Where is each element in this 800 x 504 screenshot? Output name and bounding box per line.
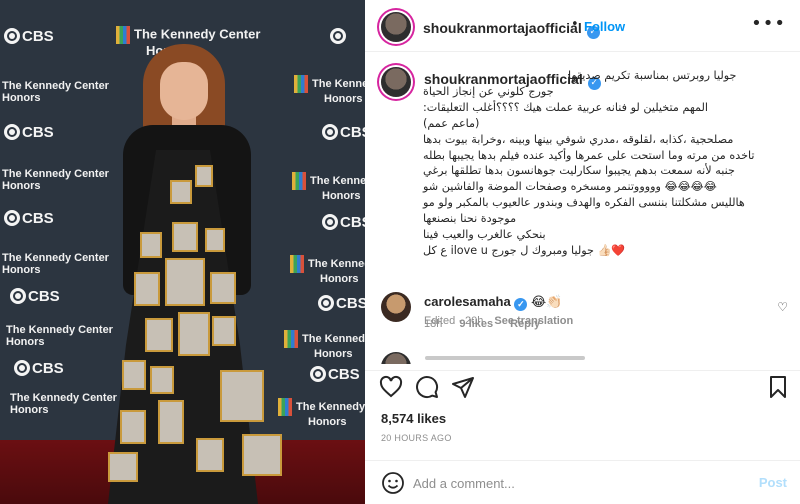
dress-frame-print — [140, 232, 162, 258]
emoji-icon[interactable] — [381, 471, 405, 495]
post-timestamp[interactable]: 20 HOURS AGO — [381, 433, 452, 443]
sponsor-logo-kennedy: The Kennedy CenterHonors — [6, 324, 113, 348]
post-header: shoukranmortajaofficial ✓ • Follow ••• — [365, 0, 800, 52]
sponsor-logo-cbs: CBS — [4, 28, 54, 45]
post-comment-button[interactable]: Post — [759, 475, 787, 490]
sponsor-logo-cbs: CBS — [14, 360, 64, 377]
sponsor-logo-cbs: CBS — [4, 124, 54, 141]
sponsor-logo-cbs: CBS — [4, 210, 54, 227]
sponsor-logo-cbs: CBS — [322, 214, 365, 231]
sponsor-logo-cbs — [330, 28, 348, 45]
action-bar: 8,574 likes 20 HOURS AGO — [365, 370, 800, 460]
caption-line: (ماعم عمم) — [423, 116, 480, 130]
sponsor-logo-cbs: CBS — [10, 288, 60, 305]
dress-frame-print — [178, 312, 210, 356]
caption-line: موجودة نحنا بنصنعها — [423, 212, 517, 226]
bookmark-icon[interactable] — [766, 375, 790, 399]
caption-line: بنحكي عالغرب والعيب فينا — [423, 228, 546, 242]
dress-frame-print — [120, 410, 146, 444]
caption-author-avatar[interactable] — [381, 67, 411, 97]
caption-text: جوليا روبرتس بمناسبة تكريم صديقها جورج ك… — [423, 68, 785, 259]
caption-line: جورج كلوني عن إنجاز الحياة — [423, 84, 554, 98]
figure-face — [160, 62, 208, 120]
comment-composer: Post — [365, 460, 800, 504]
dress-frame-print — [242, 434, 282, 476]
verified-icon: ✓ — [514, 298, 528, 311]
dress-frame-print — [165, 258, 205, 306]
comment-text: carolesamaha ✓ 😂👏🏻 — [424, 294, 562, 311]
post-details-panel: shoukranmortajaofficial ✓ • Follow ••• s… — [365, 0, 800, 504]
next-comment-peek — [425, 356, 585, 360]
dress-frame-print — [122, 360, 146, 390]
separator-dot: • — [571, 17, 579, 32]
commenter-avatar[interactable] — [381, 352, 411, 364]
comment-body: 😂👏🏻 — [530, 295, 563, 310]
comment-like-heart-icon[interactable]: ♡ — [777, 300, 788, 314]
sponsor-logo-kennedy: The Kennedy CenterHonors — [292, 172, 365, 202]
dress-frame-print — [212, 316, 236, 346]
caption-line: المهم متخيلين لو فنانه عربية عملت هيك ؟؟… — [423, 100, 709, 114]
more-icon[interactable]: ••• — [751, 13, 786, 34]
reply-button[interactable]: Reply — [510, 318, 540, 330]
sponsor-logo-kennedy: The Kennedy CenterHonors — [290, 255, 365, 285]
comment-item: carolesamaha ✓ 😂👏🏻 18h 9 likes Reply ♡ — [365, 292, 800, 340]
sponsor-logo-cbs: CBS — [318, 295, 365, 312]
dress-frame-print — [195, 165, 213, 187]
post-photo[interactable]: The Kennedy CenterHonors CBS The Kennedy… — [0, 0, 365, 504]
caption-line: مصلحجية ،كذابه ،لقلوقه ،مدري شوفي بينها … — [423, 132, 734, 146]
caption-line: هالليس مشكلتنا بننسى الفكره والهدف وبندو… — [423, 196, 745, 210]
dress-frame-print — [205, 228, 225, 252]
sponsor-logo-kennedy: The Kennedy CenterHonors — [278, 398, 365, 428]
dress-frame-print — [172, 222, 198, 252]
comment-icon[interactable] — [415, 375, 439, 399]
dress-frame-print — [170, 180, 192, 204]
sponsor-logo-kennedy: The Kennedy CenterHonors — [284, 330, 365, 360]
sponsor-logo-kennedy: The Kennedy CenterHonors — [2, 80, 109, 104]
dress-frame-print — [196, 438, 224, 472]
dress-frame-print — [220, 370, 264, 422]
caption-line: جنبه لأنه سمعت بدهم يجيبوا سكارليت جوهان… — [423, 164, 735, 178]
sponsor-logo-kennedy: The Kennedy CenterHonors — [2, 168, 109, 192]
caption-line: تاخده من مرته وما استحت على عمرها وأكيد … — [423, 148, 755, 162]
comment-meta: 18h 9 likes Reply — [424, 318, 540, 330]
author-username[interactable]: shoukranmortajaofficial — [423, 20, 582, 36]
author-avatar[interactable] — [381, 12, 411, 42]
dress-frame-print — [210, 272, 236, 304]
dress-frame-print — [158, 400, 184, 444]
sponsor-logo-kennedy: The Kennedy CenterHonors — [10, 392, 117, 416]
caption-line: 😂😂😂😂 وووووتنمر ومسخره وصفحات الموضة والف… — [423, 180, 717, 194]
dress-frame-print — [134, 272, 160, 306]
comment-likes[interactable]: 9 likes — [459, 318, 493, 330]
comment-time: 18h — [424, 318, 443, 330]
heart-icon[interactable] — [379, 375, 403, 399]
dress-frame-print — [150, 366, 174, 394]
share-icon[interactable] — [451, 375, 475, 399]
sponsor-logo-cbs: CBS — [322, 124, 365, 141]
caption-line: جوليا روبرتس بمناسبة تكريم صديقها — [568, 69, 737, 82]
follow-button[interactable]: Follow — [584, 19, 625, 34]
sponsor-logo-kennedy: The Kennedy CenterHonors — [294, 75, 365, 105]
comment-input[interactable] — [413, 473, 743, 493]
sponsor-logo-kennedy: The Kennedy CenterHonors — [2, 252, 109, 276]
dress-frame-print — [108, 452, 138, 482]
sponsor-logo-cbs: CBS — [310, 366, 360, 383]
commenter-avatar[interactable] — [381, 292, 411, 322]
dress-frame-print — [145, 318, 173, 352]
commenter-username[interactable]: carolesamaha — [424, 294, 511, 309]
next-comment-avatar-peek — [381, 352, 411, 364]
like-count[interactable]: 8,574 likes — [381, 411, 446, 426]
caption-line: ❤️👍🏻 جوليا ومبروك ل جورج ilove u ع كل — [423, 243, 626, 257]
